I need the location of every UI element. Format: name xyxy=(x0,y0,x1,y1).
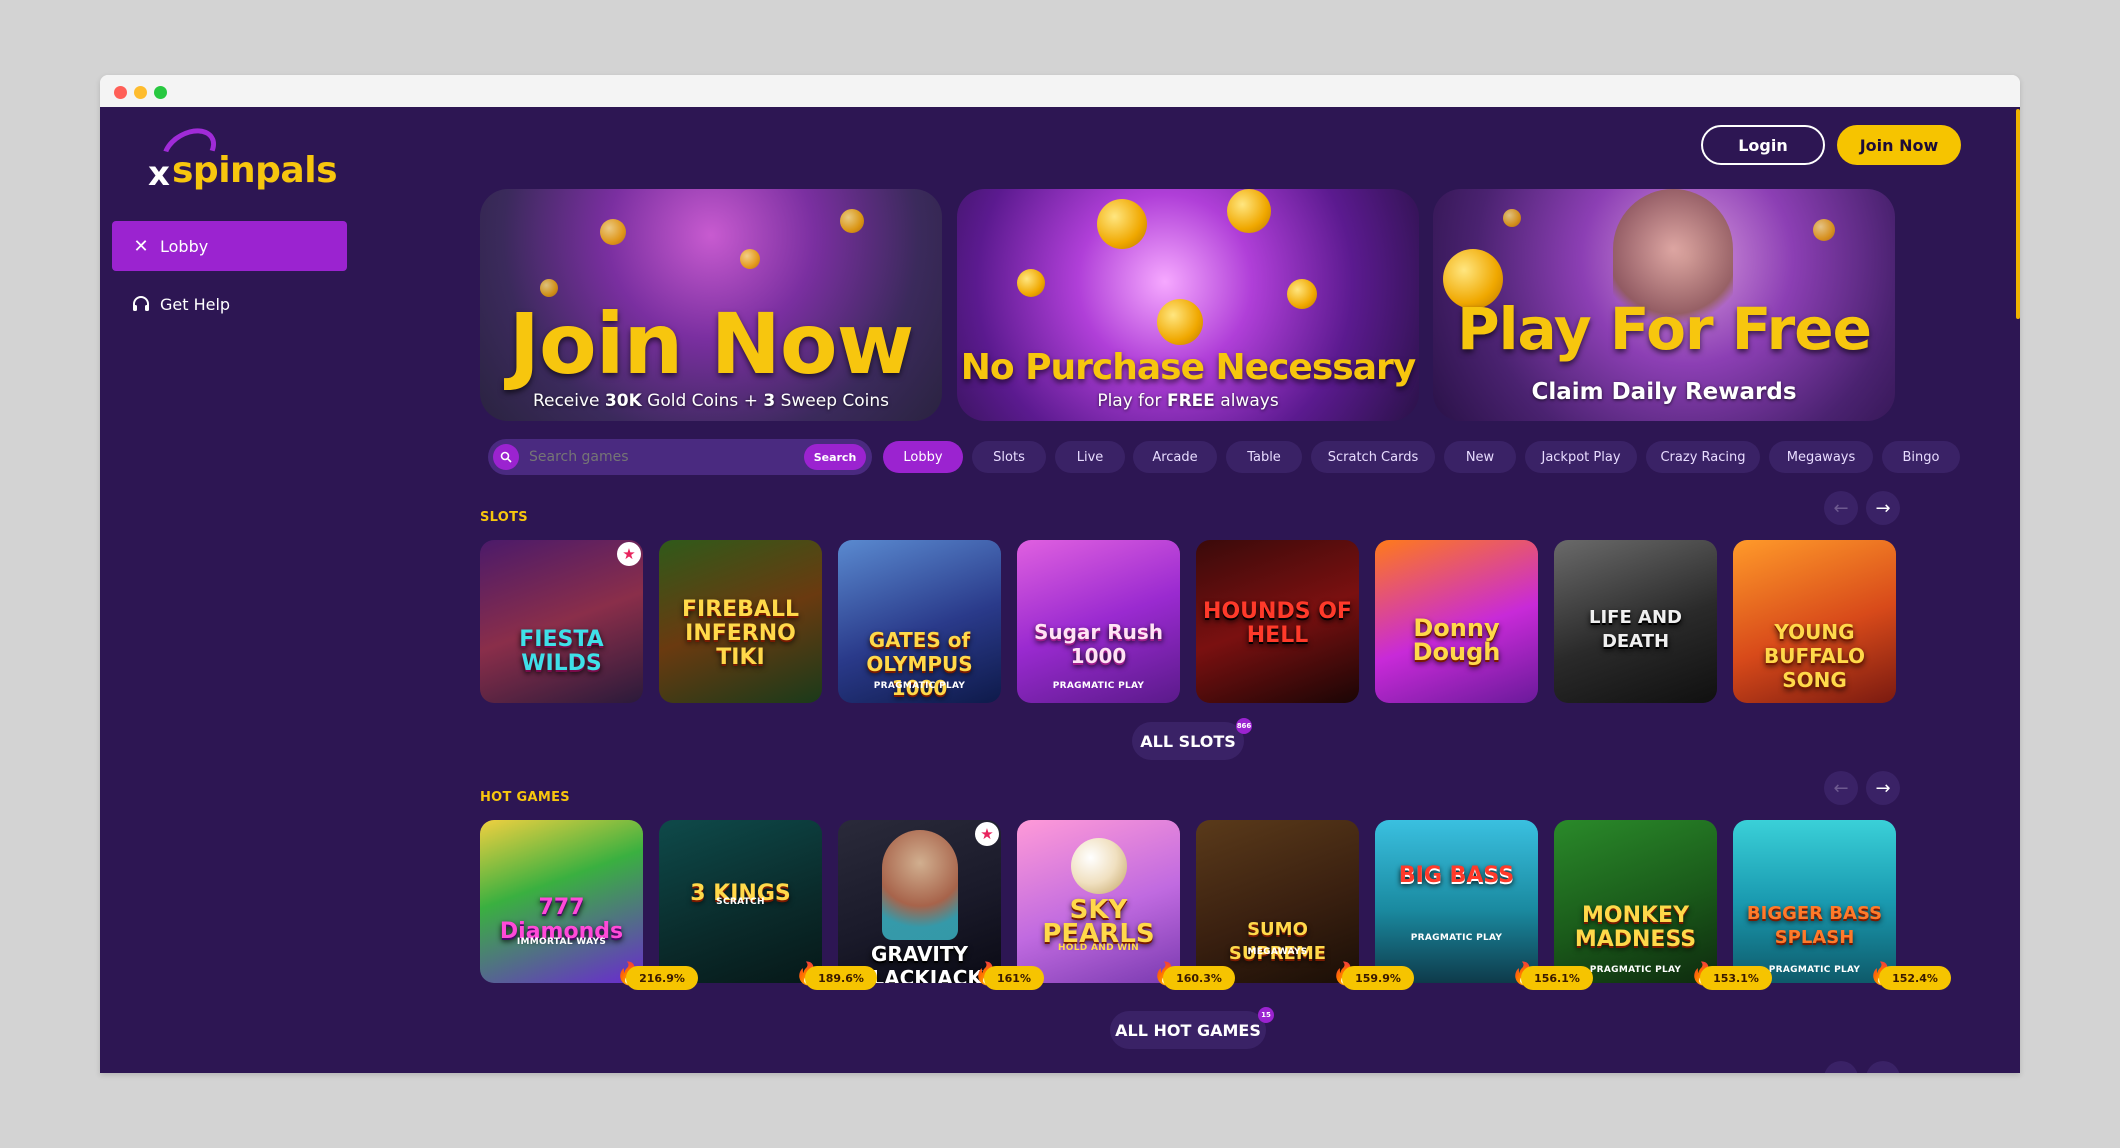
search-input[interactable] xyxy=(519,449,804,465)
app-viewport: x spinpals ✕ Lobby Get Help Login Join N… xyxy=(100,107,2020,1073)
sidebar-item-lobby[interactable]: ✕ Lobby xyxy=(112,221,347,271)
next-section-prev-arrow-icon[interactable]: ← xyxy=(1824,1061,1858,1073)
pearl-illustration xyxy=(1071,838,1127,894)
banner-title: Join Now xyxy=(508,295,914,393)
heat-badge: 152.4% xyxy=(1879,966,1951,990)
join-now-button[interactable]: Join Now xyxy=(1837,125,1961,165)
headset-icon xyxy=(130,294,152,314)
logo-wordmark: spinpals xyxy=(172,150,338,191)
minimize-window-button[interactable] xyxy=(134,86,147,99)
search-button[interactable]: Search xyxy=(804,444,866,470)
tab-jackpot-play[interactable]: Jackpot Play xyxy=(1525,441,1637,473)
close-window-button[interactable] xyxy=(114,86,127,99)
hot-games-count-badge: 15 xyxy=(1258,1007,1274,1023)
sidebar-item-label: Lobby xyxy=(160,236,209,256)
search-bar: Search xyxy=(488,439,872,475)
login-button[interactable]: Login xyxy=(1701,125,1825,165)
section-title-hot-games: HOT GAMES xyxy=(480,790,570,805)
tab-live[interactable]: Live xyxy=(1055,441,1125,473)
heat-badge: 156.1% xyxy=(1521,966,1593,990)
favorite-star-icon[interactable]: ★ xyxy=(617,542,641,566)
game-tile-fireball-inferno-tiki[interactable]: FIREBALL INFERNO TIKI xyxy=(659,540,822,703)
banner-subtitle: Receive 30K Gold Coins + 3 Sweep Coins xyxy=(532,391,890,411)
tab-lobby[interactable]: Lobby xyxy=(883,441,963,473)
promo-banner-play-free[interactable]: Play For Free Claim Daily Rewards xyxy=(1433,189,1895,421)
favorite-star-icon[interactable]: ★ xyxy=(975,822,999,846)
all-hot-games-button[interactable]: ALL HOT GAMES xyxy=(1110,1011,1266,1049)
game-tile-hounds-of-hell[interactable]: HOUNDS OF HELL xyxy=(1196,540,1359,703)
sidebar-item-label: Get Help xyxy=(160,294,231,314)
heat-badge: 161% xyxy=(984,966,1044,990)
promo-banner-no-purchase[interactable]: No Purchase Necessary Play for FREE alwa… xyxy=(957,189,1419,421)
browser-window: x spinpals ✕ Lobby Get Help Login Join N… xyxy=(100,75,2020,1073)
heat-badge: 160.3% xyxy=(1163,966,1235,990)
hot-prev-arrow-icon[interactable]: ← xyxy=(1824,771,1858,805)
heat-badge: 216.9% xyxy=(626,966,698,990)
slots-next-arrow-icon[interactable]: → xyxy=(1866,491,1900,525)
search-icon xyxy=(493,444,519,470)
heat-badge: 153.1% xyxy=(1700,966,1772,990)
game-tile-777-diamonds[interactable]: 777 Diamonds IMMORTAL WAYS xyxy=(480,820,643,983)
game-tile-donny-dough[interactable]: Donny Dough xyxy=(1375,540,1538,703)
game-tile-monkey-madness[interactable]: MONKEY MADNESS PRAGMATIC PLAY xyxy=(1554,820,1717,983)
next-section-next-arrow-icon[interactable]: → xyxy=(1866,1061,1900,1073)
tab-scratch-cards[interactable]: Scratch Cards xyxy=(1311,441,1435,473)
banner-title: Play For Free xyxy=(1457,295,1872,363)
game-tile-sumo-supreme[interactable]: SUMO SUPREME MEGAWAYS xyxy=(1196,820,1359,983)
game-tile-3-kings-scratch[interactable]: 3 KINGS SCRATCH xyxy=(659,820,822,983)
slots-count-badge: 866 xyxy=(1236,718,1252,734)
tab-crazy-racing[interactable]: Crazy Racing xyxy=(1646,441,1760,473)
page-scrollbar[interactable] xyxy=(2016,109,2020,319)
game-tile-gates-of-olympus-1000[interactable]: GATES of OLYMPUS 1000 PRAGMATIC PLAY xyxy=(838,540,1001,703)
game-tile-big-bass[interactable]: BIG BASS PRAGMATIC PLAY xyxy=(1375,820,1538,983)
dealer-illustration xyxy=(882,830,958,940)
game-tile-fiesta-wilds[interactable]: FIESTA WILDS ★ xyxy=(480,540,643,703)
sidebar-item-get-help[interactable]: Get Help xyxy=(112,279,347,329)
slots-prev-arrow-icon[interactable]: ← xyxy=(1824,491,1858,525)
game-tile-sugar-rush-1000[interactable]: Sugar Rush 1000 PRAGMATIC PLAY xyxy=(1017,540,1180,703)
game-tile-bigger-bass-splash[interactable]: BIGGER BASS SPLASH PRAGMATIC PLAY xyxy=(1733,820,1896,983)
x-logo-icon: ✕ xyxy=(133,235,149,257)
banner-subtitle: Claim Daily Rewards xyxy=(1531,379,1797,405)
brand-logo[interactable]: x spinpals xyxy=(148,119,338,194)
game-tile-young-buffalo-song[interactable]: YOUNG BUFFALO SONG xyxy=(1733,540,1896,703)
tab-new[interactable]: New xyxy=(1444,441,1516,473)
tab-table[interactable]: Table xyxy=(1226,441,1302,473)
tab-slots[interactable]: Slots xyxy=(972,441,1046,473)
maximize-window-button[interactable] xyxy=(154,86,167,99)
section-title-slots: SLOTS xyxy=(480,510,528,525)
promo-banner-join[interactable]: Join Now Receive 30K Gold Coins + 3 Swee… xyxy=(480,189,942,421)
tab-arcade[interactable]: Arcade xyxy=(1133,441,1217,473)
game-tile-gravity-blackjack[interactable]: GRAVITY BLACKJACK ★ xyxy=(838,820,1001,983)
tab-bingo[interactable]: Bingo xyxy=(1882,441,1960,473)
tab-megaways[interactable]: Megaways xyxy=(1769,441,1873,473)
all-slots-button[interactable]: ALL SLOTS xyxy=(1132,722,1244,760)
game-tile-sky-pearls[interactable]: SKY PEARLS HOLD AND WIN xyxy=(1017,820,1180,983)
game-tile-life-and-death[interactable]: LIFE AND DEATH xyxy=(1554,540,1717,703)
browser-titlebar xyxy=(100,75,2020,107)
logo-mark: x xyxy=(148,154,170,194)
hot-next-arrow-icon[interactable]: → xyxy=(1866,771,1900,805)
banner-title: No Purchase Necessary xyxy=(960,347,1416,388)
banner-subtitle: Play for FREE always xyxy=(1097,391,1279,411)
heat-badge: 159.9% xyxy=(1342,966,1414,990)
heat-badge: 189.6% xyxy=(805,966,877,990)
